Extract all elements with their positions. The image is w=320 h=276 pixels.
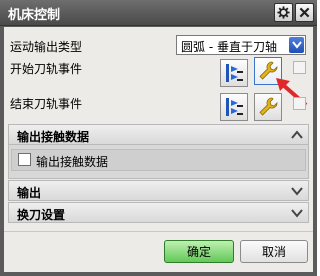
end-user-defined-button[interactable] (254, 93, 282, 121)
section-title: 输出接触数据 (17, 130, 90, 144)
event-list-icon (226, 64, 243, 82)
event-list-icon (226, 98, 243, 116)
section-title: 换刀设置 (17, 208, 66, 222)
cancel-button[interactable]: 取消 (240, 240, 308, 263)
contact-data-panel: 输出接触数据 (8, 145, 309, 179)
dialog-body: 运动输出类型 圆弧 - 垂直于刀轴 开始刀轨事件 结束刀轨事件 输出接触数据 输… (4, 27, 313, 272)
wrench-icon (259, 97, 278, 116)
section-output-contact-data[interactable]: 输出接触数据 (8, 124, 309, 145)
output-contact-data-checkbox[interactable] (18, 153, 31, 166)
start-events-list-button[interactable] (220, 59, 248, 87)
gear-icon (277, 6, 290, 19)
section-title: 输出 (17, 186, 42, 200)
chevron-down-icon[interactable] (290, 206, 304, 220)
start-events-toggle[interactable] (293, 61, 306, 74)
motion-output-type-select[interactable]: 圆弧 - 垂直于刀轴 (176, 35, 306, 55)
ok-button[interactable]: 确定 (164, 240, 234, 263)
chevron-down-icon[interactable] (289, 37, 304, 53)
title-bar: 机床控制 (0, 0, 317, 26)
section-tool-change-settings[interactable]: 换刀设置 (8, 202, 309, 223)
machine-control-dialog: 机床控制 运动输出类型 圆弧 - 垂直于刀轴 开始刀轨事件 结束刀轨事件 输出接… (0, 0, 317, 276)
footer-divider (4, 231, 313, 232)
settings-button[interactable] (274, 3, 293, 22)
motion-output-type-label: 运动输出类型 (10, 40, 83, 54)
chevron-down-icon[interactable] (290, 184, 304, 198)
motion-output-type-value: 圆弧 - 垂直于刀轴 (181, 40, 277, 54)
close-icon (299, 7, 310, 18)
end-path-events-label: 结束刀轨事件 (10, 97, 83, 111)
output-contact-data-row[interactable]: 输出接触数据 (11, 149, 306, 171)
section-output[interactable]: 输出 (8, 180, 309, 201)
chevron-up-icon[interactable] (290, 128, 304, 142)
output-contact-data-label: 输出接触数据 (36, 155, 109, 169)
start-path-events-label: 开始刀轨事件 (10, 62, 83, 76)
dialog-title: 机床控制 (8, 8, 61, 23)
close-button[interactable] (295, 3, 314, 22)
end-events-toggle[interactable] (293, 97, 306, 110)
end-events-list-button[interactable] (220, 93, 248, 121)
